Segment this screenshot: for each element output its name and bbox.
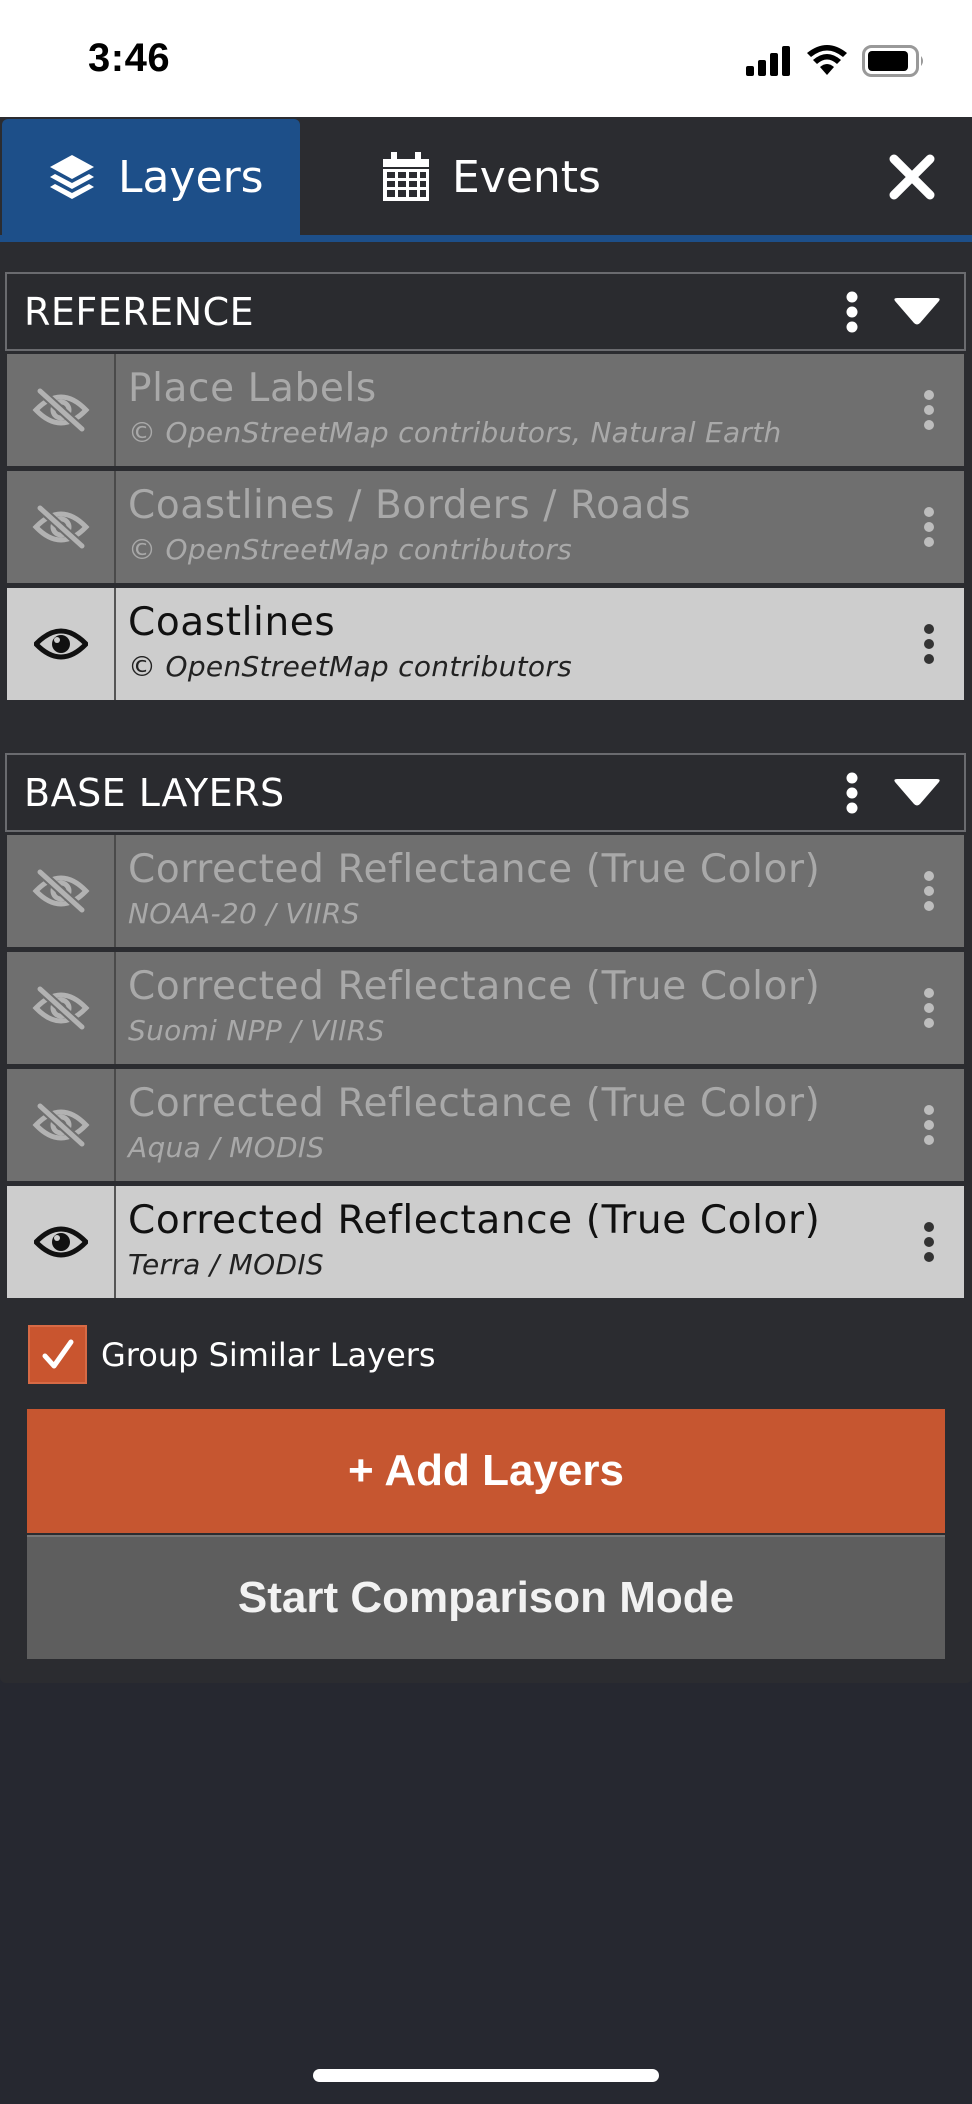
group-collapse-button[interactable] [890,763,944,823]
layer-text: Corrected Reflectance (True Color) Terra … [116,1186,894,1298]
layer-subtitle: © OpenStreetMap contributors [128,650,573,683]
layer-text: Corrected Reflectance (True Color) Aqua /… [116,1069,894,1181]
layer-title: Corrected Reflectance (True Color) [128,1198,821,1243]
layer-title: Corrected Reflectance (True Color) [128,847,821,892]
layer-row[interactable]: Corrected Reflectance (True Color) Suomi … [7,952,964,1064]
layer-row[interactable]: Corrected Reflectance (True Color) Terra … [7,1186,964,1298]
layer-row[interactable]: Corrected Reflectance (True Color) Aqua /… [7,1069,964,1181]
cellular-signal-icon [746,46,790,76]
eye-slash-icon [32,986,89,1030]
layer-subtitle: © OpenStreetMap contributors, Natural Ea… [128,416,782,449]
vertical-ellipsis-icon [846,772,858,813]
tab-underline [0,235,972,242]
vertical-ellipsis-icon [924,988,934,1028]
group-similar-label: Group Similar Layers [101,1335,436,1374]
battery-icon [862,45,923,77]
eye-slash-icon [32,1103,89,1147]
layer-row[interactable]: Coastlines / Borders / Roads © OpenStreet… [7,471,964,583]
layer-subtitle: © OpenStreetMap contributors [128,533,573,566]
layer-subtitle: Terra / MODIS [128,1248,324,1281]
eye-slash-icon [32,505,89,549]
group-collapse-button[interactable] [890,282,944,342]
tab-bar: Layers Events [0,117,972,242]
group-similar-layers[interactable]: Group Similar Layers [28,1325,436,1384]
layer-options-button[interactable] [894,835,964,947]
group-similar-checkbox[interactable] [28,1325,87,1384]
layer-text: Place Labels © OpenStreetMap contributors… [116,354,894,466]
tab-layers-label: Layers [118,151,264,203]
status-icons [746,44,926,78]
layer-subtitle: Suomi NPP / VIIRS [128,1014,385,1047]
close-icon[interactable] [888,153,936,201]
group-title: REFERENCE [24,289,255,334]
layer-options-button[interactable] [894,354,964,466]
layers-icon [50,155,94,199]
layer-row[interactable]: Place Labels © OpenStreetMap contributors… [7,354,964,466]
vertical-ellipsis-icon [924,1105,934,1145]
layer-title: Place Labels [128,366,377,411]
layer-title: Coastlines / Borders / Roads [128,483,692,528]
eye-slash-icon [32,869,89,913]
visibility-toggle[interactable] [7,835,116,947]
vertical-ellipsis-icon [924,390,934,430]
layer-options-button[interactable] [894,1069,964,1181]
layer-text: Corrected Reflectance (True Color) NOAA-2… [116,835,894,947]
tab-events-label: Events [452,151,601,203]
visibility-toggle[interactable] [7,471,116,583]
layer-options-button[interactable] [894,588,964,700]
group-header-base-layers: BASE LAYERS [5,753,966,832]
eye-icon [33,1226,88,1258]
vertical-ellipsis-icon [924,624,934,664]
visibility-toggle[interactable] [7,354,116,466]
group-title: BASE LAYERS [24,770,285,815]
layer-title: Coastlines [128,600,336,645]
eye-slash-icon [32,388,89,432]
layer-subtitle: Aqua / MODIS [128,1131,325,1164]
tab-layers[interactable]: Layers [2,119,300,235]
caret-down-icon [894,778,940,805]
layer-subtitle: NOAA-20 / VIIRS [128,897,360,930]
calendar-icon [383,152,429,201]
start-comparison-button[interactable]: Start Comparison Mode [27,1535,945,1659]
layer-options-button[interactable] [894,1186,964,1298]
layers-panel: Layers Events REFERENCE Place Labels © O… [0,117,972,1683]
visibility-toggle[interactable] [7,1186,116,1298]
group-header-reference: REFERENCE [5,272,966,351]
status-bar: 3:46 [0,0,972,117]
visibility-toggle[interactable] [7,952,116,1064]
visibility-toggle[interactable] [7,588,116,700]
eye-icon [33,628,88,660]
layer-title: Corrected Reflectance (True Color) [128,1081,821,1126]
layer-title: Corrected Reflectance (True Color) [128,964,821,1009]
home-indicator [313,2069,659,2082]
tab-events[interactable]: Events [380,119,601,235]
layer-text: Coastlines / Borders / Roads © OpenStreet… [116,471,894,583]
layer-text: Coastlines © OpenStreetMap contributors [116,588,894,700]
add-layers-button[interactable]: + Add Layers [27,1409,945,1533]
layer-row[interactable]: Coastlines © OpenStreetMap contributors [7,588,964,700]
status-time: 3:46 [88,36,171,80]
layer-options-button[interactable] [894,471,964,583]
caret-down-icon [894,297,940,324]
layer-options-button[interactable] [894,952,964,1064]
layer-text: Corrected Reflectance (True Color) Suomi … [116,952,894,1064]
vertical-ellipsis-icon [924,871,934,911]
layer-row[interactable]: Corrected Reflectance (True Color) NOAA-2… [7,835,964,947]
wifi-icon [807,45,847,75]
group-options-button[interactable] [832,763,872,823]
group-options-button[interactable] [832,282,872,342]
vertical-ellipsis-icon [924,1222,934,1262]
checkmark-icon [42,1339,73,1368]
vertical-ellipsis-icon [846,291,858,332]
visibility-toggle[interactable] [7,1069,116,1181]
vertical-ellipsis-icon [924,507,934,547]
